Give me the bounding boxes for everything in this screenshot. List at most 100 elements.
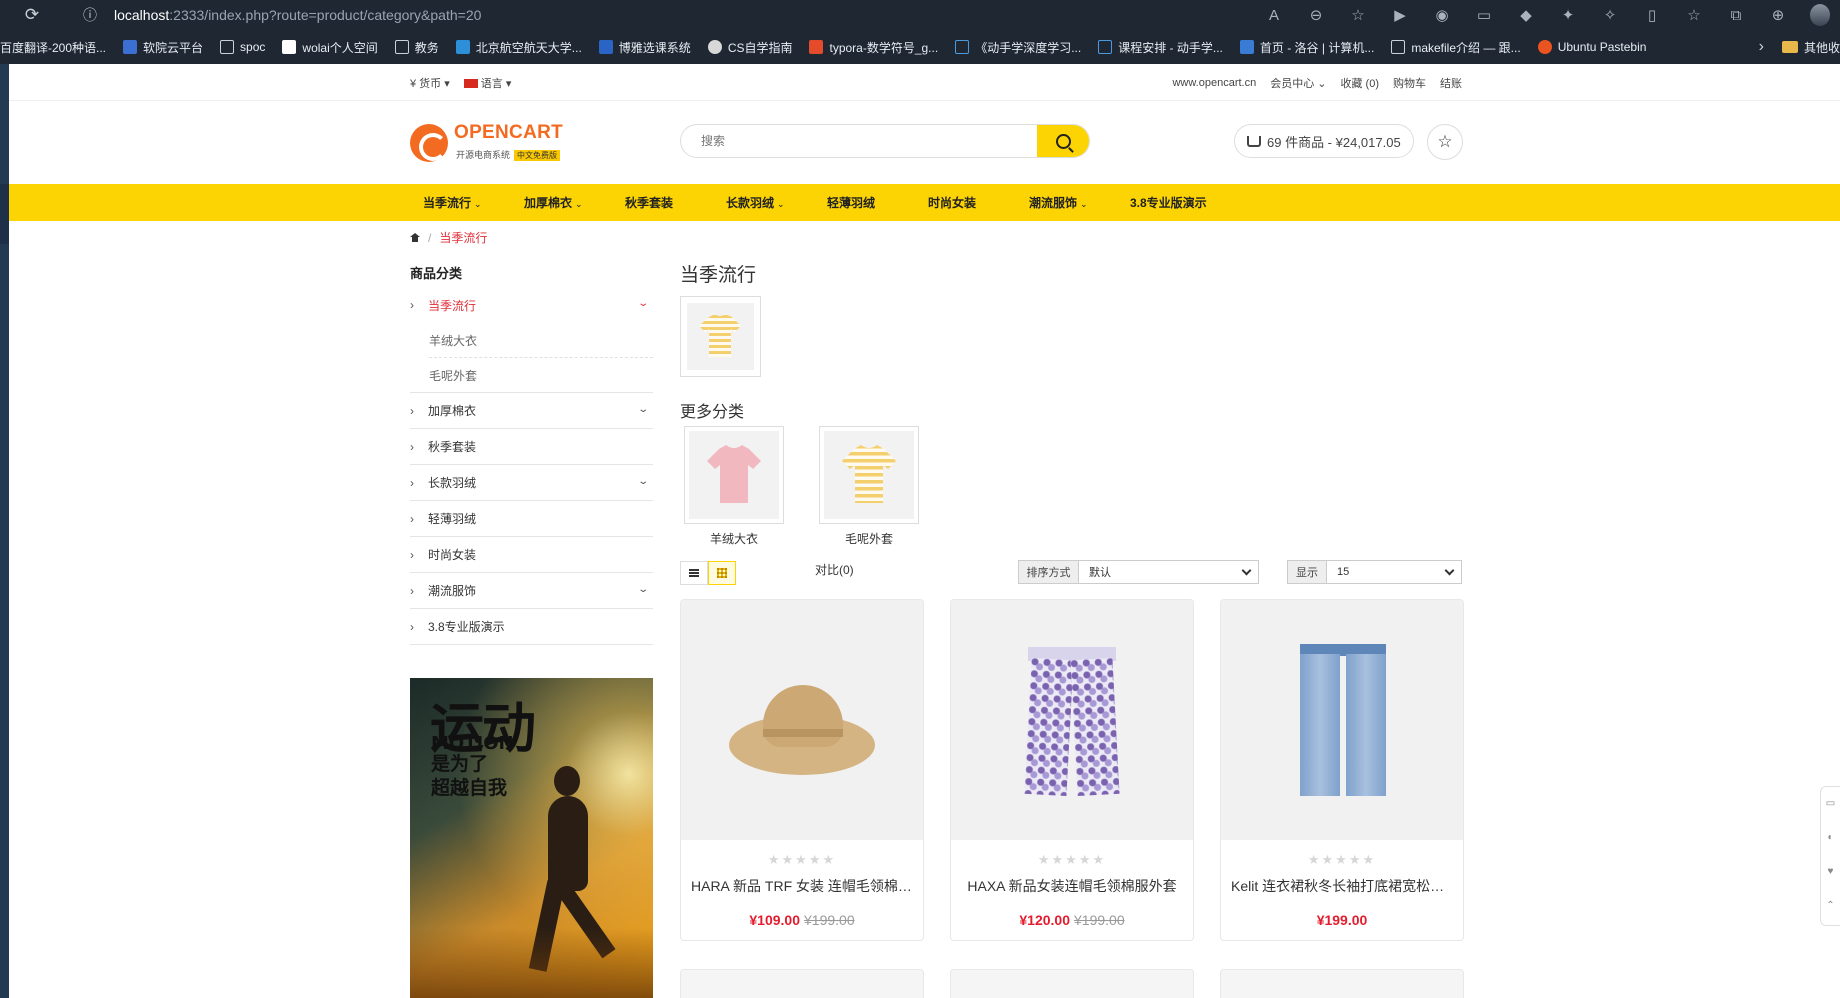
profile-avatar[interactable] <box>1810 4 1830 26</box>
grid-view-button[interactable] <box>708 561 736 585</box>
site-link[interactable]: www.opencart.cn <box>1172 77 1256 89</box>
user-tool-icon[interactable]: ◐ <box>1821 821 1840 855</box>
downloads-icon[interactable]: ⊕ <box>1768 6 1788 24</box>
url-field[interactable]: localhost:2333/index.php?route=product/c… <box>114 7 481 23</box>
wishlist-button[interactable]: ☆ <box>1427 124 1463 160</box>
product-image[interactable] <box>951 600 1193 840</box>
bookmark-item[interactable]: 北京航空航天大学... <box>455 39 582 56</box>
checkout-link[interactable]: 结账 <box>1440 75 1462 91</box>
sidebar-item[interactable]: › 时尚女装 <box>410 537 653 573</box>
sidebar-item[interactable]: › 潮流服饰 ⌄ <box>410 573 653 609</box>
breadcrumb-current[interactable]: 当季流行 <box>439 229 487 246</box>
extension-icon[interactable]: ◉ <box>1432 6 1452 24</box>
home-icon[interactable] <box>410 233 420 242</box>
product-image[interactable] <box>681 600 923 840</box>
search-input[interactable] <box>681 125 1037 157</box>
compare-link[interactable]: 对比(0) <box>815 561 854 578</box>
reload-icon[interactable]: ⟳ <box>22 5 42 25</box>
bookmark-item[interactable]: typora-数学符号_g... <box>809 39 938 56</box>
subcategory-card[interactable]: 毛呢外套 <box>819 426 919 547</box>
bookmark-item[interactable]: makefile介绍 — 跟... <box>1391 39 1521 56</box>
nav-item[interactable]: 潮流服饰 ⌄ <box>1029 194 1130 211</box>
nav-item[interactable]: 3.8专业版演示 <box>1130 194 1231 211</box>
site-logo[interactable]: OPENCART 开源电商系统 中文免费版 <box>410 122 585 164</box>
chevron-down-icon[interactable]: ⌄ <box>637 298 649 309</box>
product-name[interactable]: HARA 新品 TRF 女装 连帽毛领棉服外套 <box>691 876 913 896</box>
sidebar-subitem[interactable]: 毛呢外套 <box>410 358 653 393</box>
chevron-down-icon: ⌄ <box>474 199 482 209</box>
heart-tool-icon[interactable]: ♥ <box>1821 855 1840 889</box>
product-name[interactable]: HAXA 新品女装连帽毛领棉服外套 <box>961 876 1183 896</box>
bookmark-item[interactable]: 首页 - 洛谷 | 计算机... <box>1239 39 1374 56</box>
product-image[interactable] <box>1221 600 1463 840</box>
nav-label: 潮流服饰 <box>1029 196 1078 210</box>
sidebar-subitem[interactable]: 羊绒大衣 <box>429 323 653 358</box>
chevron-down-icon[interactable]: ⌄ <box>637 404 649 415</box>
zoom-icon[interactable]: ⊖ <box>1306 6 1326 24</box>
search-button[interactable] <box>1037 125 1089 157</box>
sidebar-item[interactable]: › 3.8专业版演示 <box>410 609 653 645</box>
product-card-partial[interactable] <box>1220 969 1464 998</box>
bookmark-item[interactable]: 博雅选课系统 <box>598 39 691 56</box>
split-screen-icon[interactable]: ▯ <box>1642 6 1662 24</box>
sidebar-item[interactable]: › 当季流行 ⌄ <box>410 287 653 323</box>
language-dropdown[interactable]: 语言 ▾ <box>463 75 511 91</box>
nav-item[interactable]: 长款羽绒 ⌄ <box>726 194 827 211</box>
chevron-right-icon[interactable]: › <box>1759 38 1764 56</box>
product-card[interactable]: ★★★★★ HARA 新品 TRF 女装 连帽毛领棉服外套 ¥109.00¥19… <box>680 599 924 941</box>
rating-stars: ★★★★★ <box>1037 852 1107 867</box>
play-icon[interactable]: ▶ <box>1390 6 1410 24</box>
subcategory-card[interactable]: 羊绒大衣 <box>684 426 784 547</box>
bookmark-item[interactable]: wolai个人空间 <box>282 39 378 56</box>
bookmark-item[interactable]: 教务 <box>394 39 439 56</box>
bookmark-item[interactable]: spoc <box>220 40 265 54</box>
nav-label: 长款羽绒 <box>726 196 775 210</box>
extension-4-icon[interactable]: ✦ <box>1558 6 1578 24</box>
bookmark-item[interactable]: Ubuntu Pastebin <box>1537 40 1646 54</box>
cart-tool-icon[interactable]: ▭ <box>1821 787 1840 821</box>
sort-value: 默认 <box>1089 567 1111 579</box>
wishlist-link[interactable]: 收藏 (0) <box>1341 75 1380 91</box>
product-card[interactable]: ★★★★★ Kelit 连衣裙秋冬长袖打底裙宽松中长款 ¥199.00 <box>1220 599 1464 941</box>
product-name[interactable]: Kelit 连衣裙秋冬长袖打底裙宽松中长款 <box>1231 876 1453 896</box>
other-bookmarks[interactable]: 其他收 <box>1804 39 1840 56</box>
nav-item[interactable]: 加厚棉衣 ⌄ <box>524 194 625 211</box>
nav-item[interactable]: 当季流行 ⌄ <box>423 194 524 211</box>
bookmark-item[interactable]: 课程安排 - 动手学... <box>1098 39 1223 56</box>
chevron-down-icon[interactable]: ⌄ <box>637 476 649 487</box>
sidebar-banner[interactable]: 运动 MOTION 是为了 超越自我 <box>410 678 653 998</box>
site-info-icon[interactable]: ⓘ <box>80 5 100 25</box>
account-dropdown[interactable]: 会员中心 ⌄ <box>1270 75 1326 91</box>
sidebar-item[interactable]: › 长款羽绒 ⌄ <box>410 465 653 501</box>
extension-2-icon[interactable]: ▭ <box>1474 6 1494 24</box>
product-card-partial[interactable] <box>680 969 924 998</box>
sidebar-item[interactable]: › 加厚棉衣 ⌄ <box>410 393 653 429</box>
extensions-puzzle-icon[interactable]: ✧ <box>1600 6 1620 24</box>
price-new: ¥120.00 <box>1019 912 1070 928</box>
favorite-star-icon[interactable]: ☆ <box>1348 6 1368 24</box>
bookmark-item[interactable]: 《动手学深度学习... <box>955 39 1081 56</box>
nav-item[interactable]: 轻薄羽绒 <box>827 194 928 211</box>
extension-3-icon[interactable]: ◆ <box>1516 6 1536 24</box>
read-aloud-icon[interactable]: A <box>1264 7 1284 24</box>
sidebar-item[interactable]: › 轻薄羽绒 <box>410 501 653 537</box>
sidebar-item[interactable]: › 秋季套装 <box>410 429 653 465</box>
product-card-partial[interactable] <box>950 969 1194 998</box>
sort-select[interactable]: 默认 <box>1079 560 1259 584</box>
bookmark-item[interactable]: 百度翻译-200种语... <box>0 39 106 56</box>
bookmark-item[interactable]: CS自学指南 <box>707 39 792 56</box>
nav-item[interactable]: 秋季套装 <box>625 194 726 211</box>
list-view-icon <box>689 569 699 577</box>
cart-link[interactable]: 购物车 <box>1393 75 1426 91</box>
currency-dropdown[interactable]: ¥ 货币 ▾ <box>410 75 450 91</box>
back-to-top-icon[interactable]: ⌃ <box>1821 889 1840 923</box>
product-card[interactable]: ★★★★★ HAXA 新品女装连帽毛领棉服外套 ¥120.00 ¥199.00 <box>950 599 1194 941</box>
collections-icon[interactable]: ⧉ <box>1726 7 1746 24</box>
nav-item[interactable]: 时尚女装 <box>928 194 1029 211</box>
chevron-down-icon[interactable]: ⌄ <box>637 584 649 595</box>
favorites-icon[interactable]: ☆ <box>1684 6 1704 24</box>
bookmark-item[interactable]: 软院云平台 <box>123 39 203 56</box>
list-view-button[interactable] <box>680 561 708 585</box>
limit-select[interactable]: 15 <box>1327 560 1462 584</box>
cart-button[interactable]: 69 件商品 - ¥24,017.05 <box>1234 124 1414 158</box>
